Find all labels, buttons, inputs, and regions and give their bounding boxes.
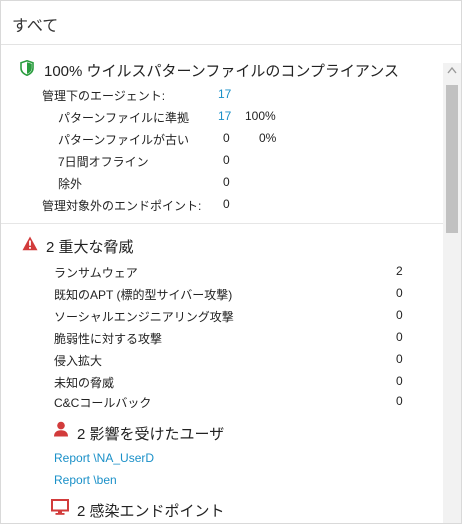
widget-panel: すべて 100% ウイルスパターンファイルのコンプライアンス 管理下のエージェン…	[0, 0, 462, 524]
pattern-compliant-percent: 100%	[245, 109, 276, 123]
managed-agents-value[interactable]: 17	[218, 87, 231, 101]
section-divider	[1, 223, 443, 224]
warning-triangle-icon	[22, 236, 38, 252]
monitor-icon	[51, 499, 69, 515]
threat-lateral-movement-value: 0	[396, 352, 403, 366]
threat-vulnerability-attack-label: 脆弱性に対する攻撃	[54, 332, 163, 346]
excluded-value: 0	[223, 175, 230, 189]
offline-7days-value: 0	[223, 153, 230, 167]
threat-unknown-value: 0	[396, 374, 403, 388]
threat-known-apt-value: 0	[396, 286, 403, 300]
scrollbar-thumb[interactable]	[446, 85, 458, 233]
threat-known-apt-label: 既知のAPT (標的型サイバー攻撃)	[54, 288, 233, 302]
threat-ransomware-label: ランサムウェア	[54, 266, 138, 280]
offline-7days-label: 7日間オフライン	[58, 155, 149, 169]
affected-user-link[interactable]: Report \NA_UserD	[54, 451, 154, 465]
threat-lateral-movement-label: 侵入拡大	[54, 354, 103, 368]
managed-agents-label: 管理下のエージェント:	[42, 89, 166, 103]
compliance-section-title: 100% ウイルスパターンファイルのコンプライアンス	[44, 63, 399, 80]
unmanaged-endpoints-value: 0	[223, 197, 230, 211]
threat-cc-callback-value: 0	[396, 394, 403, 408]
scroll-up-arrow-icon[interactable]	[443, 63, 461, 79]
pattern-outdated-percent: 0%	[259, 131, 277, 145]
pattern-compliant-value[interactable]: 17	[218, 109, 231, 123]
pattern-outdated-label: パターンファイルが古い	[58, 133, 190, 147]
threat-ransomware-value: 2	[396, 264, 403, 278]
vertical-scrollbar[interactable]	[443, 63, 461, 523]
threat-vulnerability-attack-value: 0	[396, 330, 403, 344]
widget-content: 100% ウイルスパターンファイルのコンプライアンス 管理下のエージェント: 1…	[1, 46, 443, 523]
infected-endpoints-title: 2 感染エンドポイント	[77, 503, 225, 520]
excluded-label: 除外	[58, 177, 83, 191]
unmanaged-endpoints-label: 管理対象外のエンドポイント:	[42, 199, 202, 213]
pattern-outdated-value: 0	[223, 131, 230, 145]
threat-social-engineering-label: ソーシャルエンジニアリング攻撃	[54, 310, 234, 324]
widget-header: すべて	[1, 1, 461, 45]
shield-check-icon	[20, 59, 36, 77]
pattern-compliant-label: パターンファイルに準拠	[58, 111, 190, 125]
affected-user-link[interactable]: Report \ben	[54, 473, 117, 487]
threat-cc-callback-label: C&Cコールバック	[54, 396, 152, 410]
threat-social-engineering-value: 0	[396, 308, 403, 322]
user-icon	[53, 421, 69, 437]
threat-unknown-label: 未知の脅威	[54, 376, 115, 390]
threats-section-title: 2 重大な脅威	[46, 239, 134, 256]
widget-title: すべて	[12, 18, 59, 35]
affected-users-title: 2 影響を受けたユーザ	[77, 426, 225, 443]
